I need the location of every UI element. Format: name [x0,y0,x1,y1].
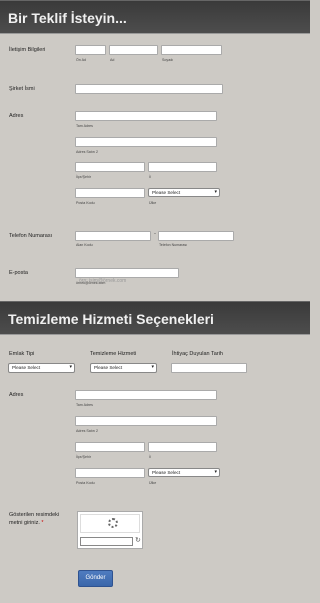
city2-sublabel: İlçe/Şehir [76,455,91,459]
loading-spinner-icon [108,518,118,528]
form-title: Bir Teklif İsteyin... [8,10,127,26]
zip-sublabel: Posta Kodu [76,201,95,205]
city2-field[interactable] [75,442,145,459]
email-field[interactable] [75,268,179,285]
address2-line1-field[interactable] [75,390,217,407]
address-line2-field[interactable] [75,137,217,154]
address-line1-field[interactable] [75,111,217,128]
phone-label: Telefon Numarası [9,233,53,239]
required-mark: * [41,520,44,526]
captcha-label-line1: Gösterilen resimdeki [9,512,60,518]
captcha-label: Gösterilen resimdeki metni giriniz. * [9,511,59,527]
chevron-down-icon: ▾ [151,364,154,370]
address2-line1-sublabel: Tam Adres [76,403,93,407]
zip-field[interactable] [75,188,145,205]
state2-field[interactable] [148,442,217,459]
property-type-value: Please Select [12,365,41,370]
chevron-down-icon: ▾ [69,364,72,370]
date-needed-field[interactable] [171,363,247,380]
middle-name-field[interactable] [109,45,158,62]
form-header: Bir Teklif İsteyin... [0,0,310,34]
address2-line2-field[interactable] [75,416,217,433]
company-field[interactable] [75,84,223,101]
property-type-select[interactable]: Please Select ▾ [8,363,75,373]
address2-line2-sublabel: Adres Satırı 2 [76,429,98,433]
state2-sublabel: İl [149,455,151,459]
captcha-input[interactable] [80,537,133,546]
captcha-label-line2: metni giriniz. [9,520,40,526]
phone-number-sublabel: Telefon Numarası [159,243,188,247]
phone-separator: - [154,231,156,237]
email-sublabel: örnek@örnek.com [76,281,106,285]
country2-select-value: Please Select [152,470,181,475]
area-code-field[interactable] [75,231,151,248]
state-field[interactable] [148,162,217,179]
captcha-box: ↻ [77,511,143,549]
country-select-value: Please Select [152,190,181,195]
country-sublabel: Ülke [149,201,157,205]
contact-label: İletişim Bilgileri [9,47,46,53]
country2-select[interactable]: Please Select ▾ [148,468,220,477]
section-title: Temizleme Hizmeti Seçenekleri [8,311,214,327]
state-sublabel: İl [149,175,151,179]
country2-sublabel: Ülke [149,481,157,485]
address-line1-sublabel: Tam Adres [76,124,93,128]
company-label: Şirket İsmi [9,86,35,92]
first-name-field[interactable] [75,45,106,62]
last-name-field[interactable] [161,45,222,62]
date-needed-label: İhtiyaç Duyulan Tarih [172,351,223,357]
address2-label: Adres [9,392,24,398]
property-type-label: Emlak Tipi [9,351,35,357]
first-name-sublabel: Ön Ad [76,58,86,62]
city-field[interactable] [75,162,145,179]
section-header: Temizleme Hizmeti Seçenekleri [0,301,310,335]
zip2-field[interactable] [75,468,145,485]
city-sublabel: İlçe/Şehir [76,175,91,179]
phone-number-field[interactable] [158,231,234,248]
refresh-icon[interactable]: ↻ [135,536,141,544]
area-code-sublabel: Alan Kodu [76,243,93,247]
cleaning-service-select[interactable]: Please Select ▾ [90,363,157,373]
zip2-sublabel: Posta Kodu [76,481,95,485]
cleaning-service-value: Please Select [94,365,123,370]
last-name-sublabel: Soyadı [162,58,174,62]
country-select[interactable]: Please Select ▾ [148,188,220,197]
submit-button[interactable]: Gönder [78,570,113,587]
address-line2-sublabel: Adres Satırı 2 [76,150,98,154]
middle-name-sublabel: Ad [110,58,115,62]
email-label: E-posta [9,270,28,276]
chevron-down-icon: ▾ [214,189,217,195]
captcha-image [80,514,140,533]
cleaning-service-label: Temizleme Hizmeti [90,351,137,357]
address-label: Adres [9,113,24,119]
chevron-down-icon: ▾ [214,469,217,475]
